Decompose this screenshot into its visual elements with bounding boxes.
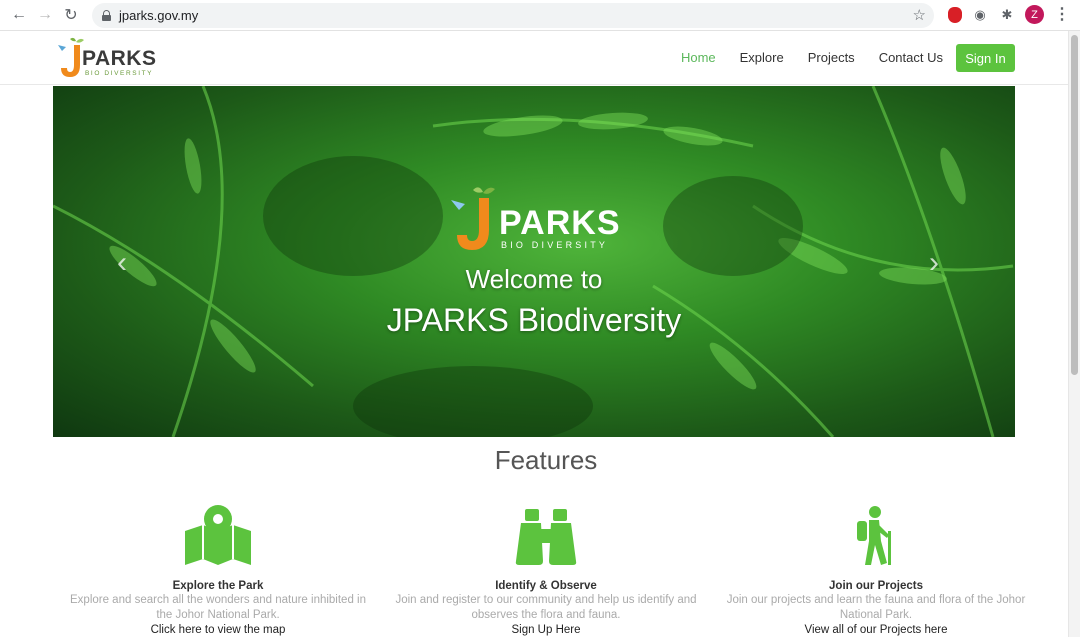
nav-explore[interactable]: Explore bbox=[740, 50, 784, 65]
binoculars-icon bbox=[515, 509, 577, 565]
hiker-icon bbox=[857, 506, 891, 565]
forward-arrow-icon[interactable]: → bbox=[34, 4, 56, 26]
hero-title: JPARKS Biodiversity bbox=[386, 302, 682, 338]
feature-join-projects: Join our Projects Join our projects and … bbox=[721, 505, 1031, 637]
hero-logo-tagline: BIO DIVERSITY bbox=[501, 240, 609, 250]
view-projects-link[interactable]: View all of our Projects here bbox=[721, 623, 1031, 637]
feature-description: Explore and search all the wonders and n… bbox=[70, 594, 366, 621]
hero-welcome-text: Welcome to bbox=[465, 264, 603, 294]
url-text: jparks.gov.my bbox=[119, 8, 199, 23]
jparks-logo[interactable]: PARKS BIO DIVERSITY bbox=[56, 37, 166, 81]
extensions-puzzle-icon[interactable]: ✱ bbox=[997, 5, 1017, 25]
logo-wordmark: PARKS bbox=[82, 47, 157, 70]
nav-home[interactable]: Home bbox=[681, 50, 716, 65]
feature-name: Explore the Park bbox=[172, 580, 264, 592]
address-bar[interactable]: jparks.gov.my ☆ bbox=[92, 3, 934, 28]
sign-up-link[interactable]: Sign Up Here bbox=[391, 623, 701, 637]
feature-description: Join and register to our community and h… bbox=[395, 594, 697, 621]
nav-projects[interactable]: Projects bbox=[808, 50, 855, 65]
hero-logo-wordmark: PARKS bbox=[499, 204, 621, 242]
hero-logo: PARKS BIO DIVERSITY bbox=[449, 184, 624, 256]
site-navbar: PARKS BIO DIVERSITY Home Explore Project… bbox=[0, 31, 1068, 85]
view-map-link[interactable]: Click here to view the map bbox=[63, 623, 373, 637]
fern-background-image bbox=[53, 86, 1014, 437]
feature-name: Join our Projects bbox=[829, 580, 923, 592]
features-heading: Features bbox=[494, 445, 598, 475]
feature-identify-observe: Identify & Observe Join and register to … bbox=[391, 505, 701, 637]
lock-icon bbox=[102, 10, 111, 21]
browser-toolbar: ← → ↻ jparks.gov.my ☆ ◉ ✱ Z ⋮ bbox=[0, 0, 1080, 31]
nav-contact-us[interactable]: Contact Us bbox=[879, 50, 943, 65]
feature-explore-park: Explore the Park Explore and search all … bbox=[63, 505, 373, 637]
feature-description: Join our projects and learn the fauna an… bbox=[726, 594, 1026, 621]
logo-tagline: BIO DIVERSITY bbox=[85, 70, 154, 77]
back-arrow-icon[interactable]: ← bbox=[8, 4, 30, 26]
sign-in-button[interactable]: Sign In bbox=[956, 44, 1015, 72]
page-scrollbar[interactable] bbox=[1068, 31, 1080, 637]
camera-icon[interactable]: ◉ bbox=[970, 5, 990, 25]
bookmark-star-icon[interactable]: ☆ bbox=[913, 6, 926, 24]
scrollbar-thumb[interactable] bbox=[1071, 35, 1078, 375]
map-pin-icon bbox=[185, 505, 251, 565]
hero-carousel: ‹ › PARKS BIO DIVERSITY Welcome to JPARK… bbox=[53, 86, 1015, 437]
main-nav: Home Explore Projects Contact Us bbox=[681, 50, 943, 65]
reload-icon[interactable]: ↻ bbox=[60, 4, 82, 26]
browser-menu-icon[interactable]: ⋮ bbox=[1054, 4, 1070, 24]
hero-logo-mark-icon bbox=[451, 187, 495, 250]
profile-avatar[interactable]: Z bbox=[1025, 5, 1044, 24]
feature-name: Identify & Observe bbox=[495, 580, 597, 592]
adblock-shield-icon[interactable] bbox=[945, 5, 965, 25]
